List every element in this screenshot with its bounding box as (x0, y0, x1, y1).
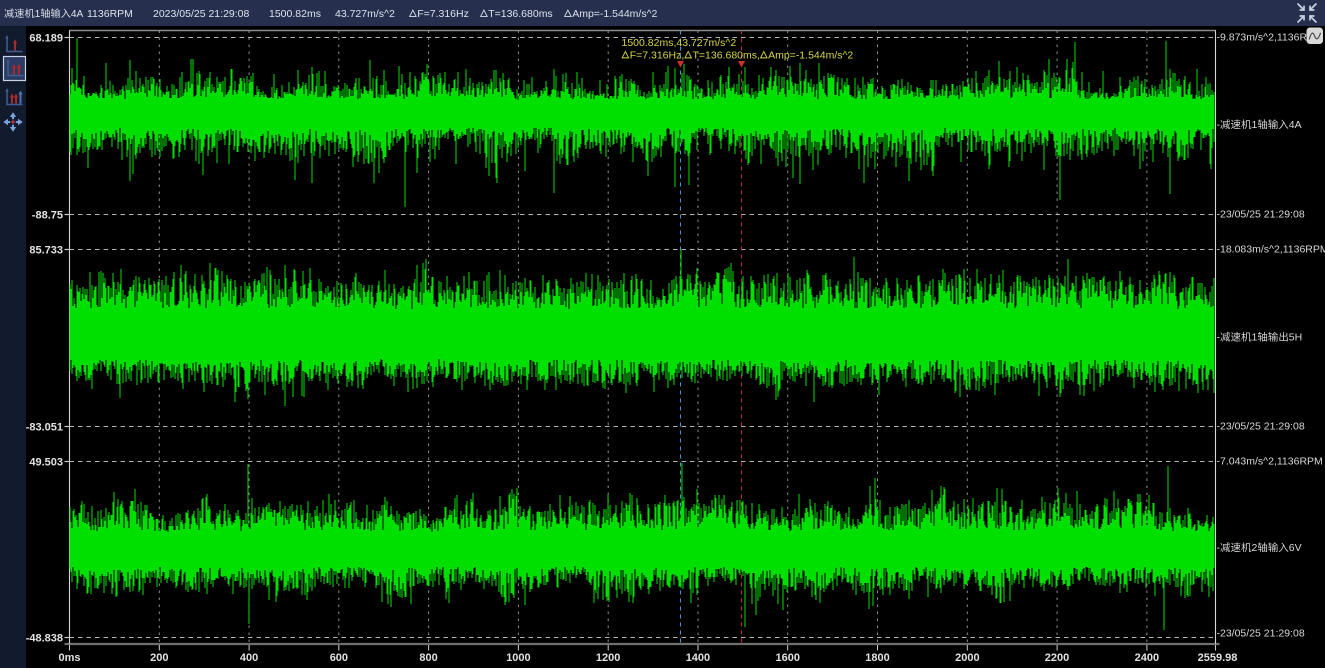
svg-text:2200: 2200 (1045, 652, 1069, 664)
svg-text:85.733: 85.733 (29, 245, 63, 257)
svg-text:T=136.680ms,: T=136.680ms, (693, 49, 760, 61)
svg-text:1200: 1200 (596, 652, 620, 664)
svg-text:-88.75: -88.75 (32, 210, 63, 222)
svg-text:Amp=-1.544m/s^2: Amp=-1.544m/s^2 (572, 8, 657, 20)
svg-text:600: 600 (330, 652, 348, 664)
svg-text:1136RPM: 1136RPM (87, 8, 133, 20)
svg-text:68.189: 68.189 (29, 33, 63, 45)
svg-text:T=136.680ms: T=136.680ms (488, 8, 553, 20)
svg-text:2: 2 (1252, 542, 1258, 554)
svg-text:49.503: 49.503 (29, 457, 63, 469)
svg-text:1000: 1000 (506, 652, 530, 664)
svg-text:2400: 2400 (1135, 652, 1159, 664)
svg-text:F=7.316Hz,: F=7.316Hz, (630, 49, 685, 61)
svg-text:-48.838: -48.838 (26, 633, 63, 645)
svg-text:4A: 4A (71, 9, 84, 20)
svg-text:400: 400 (240, 652, 258, 664)
svg-text:-23/05/25 21:29:08: -23/05/25 21:29:08 (1217, 421, 1305, 433)
svg-text:5H: 5H (1289, 332, 1302, 344)
svg-text:1600: 1600 (776, 652, 800, 664)
svg-text:-23/05/25 21:29:08: -23/05/25 21:29:08 (1217, 209, 1305, 221)
svg-text:4A: 4A (1289, 119, 1302, 131)
svg-text:-: - (1217, 119, 1221, 131)
svg-text:1500.82ms: 1500.82ms (269, 8, 321, 20)
svg-text:2000: 2000 (955, 652, 979, 664)
svg-text:1500.82ms,43.727m/s^2: 1500.82ms,43.727m/s^2 (622, 37, 737, 49)
svg-text:800: 800 (419, 652, 437, 664)
svg-text:-: - (1217, 542, 1221, 554)
svg-text:-23/05/25 21:29:08: -23/05/25 21:29:08 (1217, 628, 1305, 640)
svg-text:200: 200 (150, 652, 168, 664)
svg-text:2559.98: 2559.98 (1198, 652, 1238, 664)
svg-text:1: 1 (35, 9, 41, 20)
svg-text:0ms: 0ms (59, 652, 81, 664)
svg-text:1800: 1800 (865, 652, 889, 664)
svg-text:6V: 6V (1289, 542, 1302, 554)
svg-text:-18.083m/s^2,1136RPM: -18.083m/s^2,1136RPM (1217, 244, 1325, 256)
svg-text:Amp=-1.544m/s^2: Amp=-1.544m/s^2 (768, 49, 853, 61)
svg-text:1: 1 (1252, 119, 1258, 131)
svg-text:F=7.316Hz: F=7.316Hz (417, 8, 469, 20)
svg-text:-7.043m/s^2,1136RPM: -7.043m/s^2,1136RPM (1217, 456, 1323, 468)
svg-text:2023/05/25 21:29:08: 2023/05/25 21:29:08 (153, 8, 250, 20)
svg-text:1400: 1400 (686, 652, 710, 664)
svg-text:-83.051: -83.051 (26, 422, 63, 434)
svg-text:43.727m/s^2: 43.727m/s^2 (335, 8, 395, 20)
svg-text:-: - (1217, 332, 1221, 344)
svg-text:1: 1 (1252, 332, 1258, 344)
